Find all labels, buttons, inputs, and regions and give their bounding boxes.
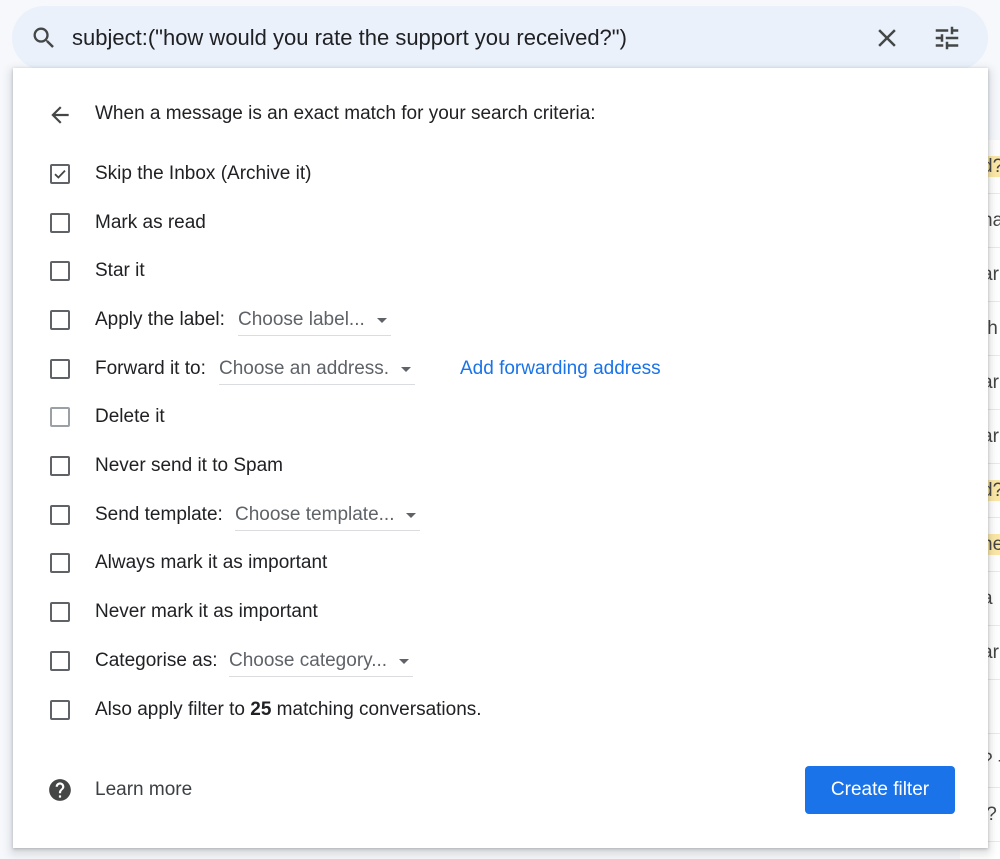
option-send-template: Send template: Choose template... — [13, 495, 988, 535]
apply-existing-checkbox[interactable] — [50, 700, 70, 720]
option-always-important: Always mark it as important — [13, 543, 988, 583]
never-important-label: Never mark it as important — [95, 601, 318, 622]
add-forwarding-address-link[interactable]: Add forwarding address — [460, 349, 661, 389]
categorise-checkbox[interactable] — [50, 651, 70, 671]
forward-dropdown-value: Choose an address. — [219, 358, 390, 379]
option-skip-inbox: Skip the Inbox (Archive it) — [13, 154, 988, 194]
delete-label: Delete it — [95, 406, 165, 427]
forward-checkbox[interactable] — [50, 359, 70, 379]
tune-icon[interactable] — [932, 23, 962, 53]
never-spam-label: Never send it to Spam — [95, 455, 283, 476]
mark-read-checkbox[interactable] — [50, 213, 70, 233]
dropdown-caret-icon — [376, 318, 387, 323]
template-dropdown-value: Choose template... — [235, 504, 395, 525]
template-dropdown[interactable]: Choose template... — [235, 499, 421, 531]
never-spam-checkbox[interactable] — [50, 456, 70, 476]
option-never-spam: Never send it to Spam — [13, 446, 988, 486]
option-forward: Forward it to: Choose an address. Add fo… — [13, 349, 988, 389]
panel-heading: When a message is an exact match for you… — [95, 103, 596, 124]
close-icon[interactable] — [872, 23, 902, 53]
option-apply-existing: Also apply filter to 25 matching convers… — [13, 690, 988, 730]
search-bar[interactable]: subject:("how would you rate the support… — [12, 6, 988, 70]
option-mark-read: Mark as read — [13, 203, 988, 243]
skip-inbox-checkbox[interactable] — [50, 164, 70, 184]
search-input[interactable]: subject:("how would you rate the support… — [72, 6, 627, 70]
apply-label-label: Apply the label: — [95, 309, 225, 330]
option-apply-label: Apply the label: Choose label... — [13, 300, 988, 340]
dropdown-caret-icon — [406, 513, 417, 518]
send-template-checkbox[interactable] — [50, 505, 70, 525]
search-icon[interactable] — [30, 24, 58, 52]
send-template-label: Send template: — [95, 504, 223, 525]
forward-address-dropdown[interactable]: Choose an address. — [219, 353, 416, 385]
always-important-checkbox[interactable] — [50, 553, 70, 573]
category-dropdown[interactable]: Choose category... — [229, 645, 414, 677]
check-icon — [54, 169, 66, 179]
arrow-back-icon[interactable] — [47, 102, 73, 128]
star-checkbox[interactable] — [50, 261, 70, 281]
always-important-label: Always mark it as important — [95, 552, 328, 573]
create-filter-button[interactable]: Create filter — [805, 766, 955, 814]
learn-more-link[interactable]: Learn more — [95, 777, 192, 803]
matching-count: 25 — [250, 699, 272, 720]
option-star: Star it — [13, 251, 988, 291]
apply-label-checkbox[interactable] — [50, 310, 70, 330]
mark-read-label: Mark as read — [95, 212, 206, 233]
categorise-label: Categorise as: — [95, 650, 218, 671]
help-icon[interactable] — [47, 777, 73, 803]
apply-existing-suffix: matching conversations. — [271, 699, 482, 720]
label-dropdown-value: Choose label... — [238, 309, 365, 330]
option-never-important: Never mark it as important — [13, 592, 988, 632]
delete-checkbox[interactable] — [50, 407, 70, 427]
dropdown-caret-icon — [399, 659, 410, 664]
dropdown-caret-icon — [401, 367, 412, 372]
never-important-checkbox[interactable] — [50, 602, 70, 622]
label-dropdown[interactable]: Choose label... — [238, 304, 391, 336]
star-label: Star it — [95, 260, 145, 281]
filter-options-panel: When a message is an exact match for you… — [13, 68, 988, 848]
forward-label: Forward it to: — [95, 358, 206, 379]
option-delete: Delete it — [13, 397, 988, 437]
skip-inbox-label: Skip the Inbox (Archive it) — [95, 163, 312, 184]
apply-existing-prefix: Also apply filter to — [95, 699, 251, 720]
option-categorise: Categorise as: Choose category... — [13, 641, 988, 681]
apply-existing-label: Also apply filter to 25 matching convers… — [95, 690, 482, 730]
category-dropdown-value: Choose category... — [229, 650, 388, 671]
